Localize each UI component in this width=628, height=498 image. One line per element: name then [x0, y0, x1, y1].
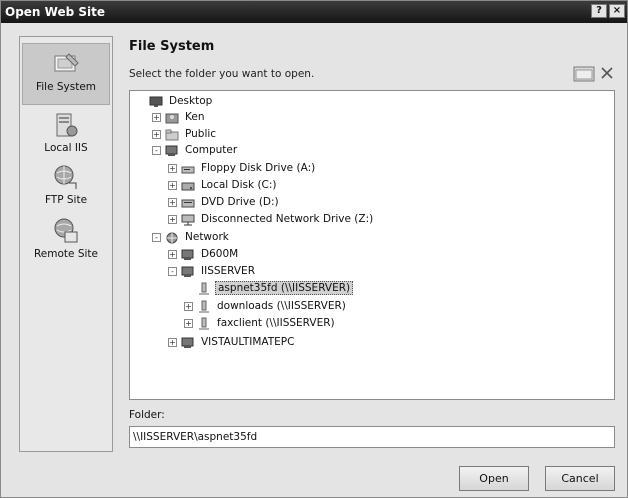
tree-item-label: IISSERVER: [201, 265, 255, 277]
folder-field[interactable]: \\IISSERVER\aspnet35fd: [129, 426, 615, 448]
tree-item-label: Public: [185, 128, 217, 140]
computer-icon: [181, 249, 194, 260]
tree-item-label: D600M: [201, 248, 239, 260]
share-icon: [199, 317, 209, 329]
window-title: Open Web Site: [5, 5, 105, 19]
tree-item[interactable]: + downloads (\\IISSERVER): [184, 298, 348, 314]
delete-icon[interactable]: [599, 65, 615, 81]
tree-item[interactable]: + faxclient (\\IISSERVER): [184, 315, 337, 331]
instructions-text: Select the folder you want to open.: [129, 68, 315, 80]
tree-item[interactable]: + VISTAULTIMATEPC: [168, 334, 296, 350]
cancel-button[interactable]: Cancel: [545, 466, 615, 491]
tree-item-label: Disconnected Network Drive (Z:): [201, 213, 374, 225]
new-folder-icon[interactable]: [573, 64, 595, 82]
share-icon: [199, 300, 209, 312]
help-button[interactable]: ?: [591, 4, 607, 18]
place-label: Local IIS: [44, 142, 88, 154]
open-web-site-dialog: Open Web Site ? × File System Local IIS: [0, 0, 628, 498]
tree-item[interactable]: - Network: [152, 229, 231, 245]
expand-toggle[interactable]: +: [168, 163, 177, 173]
tree-item[interactable]: + Public: [152, 126, 218, 142]
hard-drive-icon: [181, 182, 195, 190]
computer-icon: [181, 337, 194, 348]
tree-item-label: VISTAULTIMATEPC: [201, 336, 295, 348]
place-label: FTP Site: [44, 194, 88, 206]
folder-label: Folder:: [129, 409, 165, 421]
tree-item-label: Computer: [185, 144, 238, 156]
expand-toggle[interactable]: +: [184, 318, 193, 328]
tree-item[interactable]: + Disconnected Network Drive (Z:): [168, 211, 375, 227]
tree-item-label: Desktop: [169, 95, 213, 107]
tree-item-label: DVD Drive (D:): [201, 196, 279, 208]
expand-toggle[interactable]: +: [168, 197, 177, 207]
tree-item-label: faxclient (\\IISSERVER): [217, 317, 335, 329]
tree-item[interactable]: - IISSERVER: [168, 263, 257, 279]
tree-item-label: Local Disk (C:): [201, 179, 277, 191]
desktop-icon: [149, 96, 163, 107]
user-folder-icon: [165, 113, 179, 123]
place-remote-site[interactable]: Remote Site: [22, 217, 110, 269]
tree-item[interactable]: + Ken: [152, 109, 206, 125]
tree-item[interactable]: + Local Disk (C:): [168, 177, 279, 193]
folder-tree[interactable]: Desktop + Ken + Public - Computer + Floppy Disk …: [129, 90, 615, 400]
expand-toggle[interactable]: +: [168, 214, 177, 224]
ftp-site-icon: [54, 165, 77, 189]
dvd-drive-icon: [181, 199, 195, 207]
share-icon: [199, 282, 209, 294]
computer-icon: [165, 145, 178, 156]
expand-toggle[interactable]: +: [152, 129, 161, 139]
network-icon: [166, 232, 178, 243]
expand-toggle[interactable]: +: [168, 180, 177, 190]
tree-item-label: downloads (\\IISSERVER): [217, 300, 346, 312]
expand-toggle[interactable]: +: [152, 112, 161, 122]
collapse-toggle[interactable]: -: [168, 266, 177, 276]
place-ftp-site[interactable]: FTP Site: [22, 163, 110, 215]
places-bar: File System Local IIS FTP Site Remote Si…: [19, 36, 113, 452]
tree-item[interactable]: + D600M: [168, 246, 240, 262]
tree-item-label: Ken: [185, 111, 205, 123]
tree-item[interactable]: Desktop: [136, 93, 214, 109]
tree-item-label: Network: [185, 231, 229, 243]
open-button[interactable]: Open: [459, 466, 529, 491]
place-file-system[interactable]: File System: [22, 43, 110, 105]
place-local-iis[interactable]: Local IIS: [22, 111, 110, 161]
place-label: Remote Site: [33, 248, 98, 260]
tree-item[interactable]: + Floppy Disk Drive (A:): [168, 160, 317, 176]
floppy-drive-icon: [181, 166, 195, 173]
tree-item-label-selected: aspnet35fd (\\IISSERVER): [215, 281, 354, 295]
tree-item[interactable]: - Computer: [152, 142, 239, 158]
tree-item-label: Floppy Disk Drive (A:): [201, 162, 316, 174]
collapse-toggle[interactable]: -: [152, 145, 161, 155]
remote-site-icon: [54, 218, 78, 243]
page-title: File System: [129, 39, 215, 54]
close-button[interactable]: ×: [609, 4, 625, 18]
computer-icon: [181, 266, 194, 277]
tree-item[interactable]: + DVD Drive (D:): [168, 194, 281, 210]
folder-icon: [165, 129, 179, 140]
title-bar[interactable]: Open Web Site ? ×: [1, 1, 627, 23]
tree-item[interactable]: aspnet35fd (\\IISSERVER): [184, 280, 354, 296]
expand-toggle[interactable]: +: [168, 249, 177, 259]
place-label: File System: [35, 81, 97, 93]
collapse-toggle[interactable]: -: [152, 232, 161, 242]
expand-toggle[interactable]: +: [184, 301, 193, 311]
network-drive-icon: [181, 214, 195, 225]
local-iis-icon: [56, 113, 78, 137]
expand-toggle[interactable]: +: [168, 337, 177, 347]
file-system-icon: [54, 53, 79, 72]
